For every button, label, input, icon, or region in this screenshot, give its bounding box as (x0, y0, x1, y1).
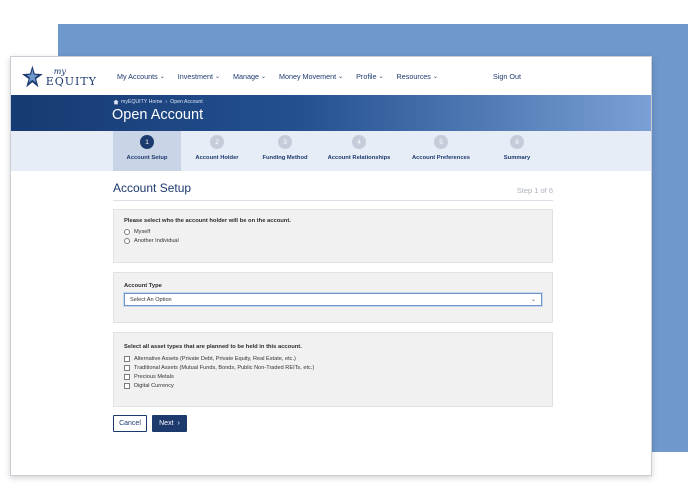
checkbox-label: Digital Currency (134, 383, 174, 389)
step-number: 6 (510, 135, 524, 149)
nav-item-profile[interactable]: Profile ⌄ (356, 72, 383, 81)
breadcrumb: myEQUITY Home › Open Account (113, 99, 203, 105)
nav-item-money-movement[interactable]: Money Movement ⌄ (279, 72, 343, 81)
breadcrumb-current: Open Account (170, 99, 203, 105)
nav-item-label: Profile (356, 71, 377, 81)
step-number: 2 (210, 135, 224, 149)
nav-menu: My Accounts ⌄ Investment ⌄ Manage ⌄ Mone… (117, 57, 451, 95)
step-label: Account Holder (195, 155, 239, 161)
radio-button[interactable] (124, 229, 130, 235)
checkbox[interactable] (124, 356, 130, 362)
step-indicator: Step 1 of 6 (516, 186, 553, 195)
checkbox-digital-currency[interactable]: Digital Currency (124, 383, 542, 389)
step-number: 4 (352, 135, 366, 149)
sign-out-link[interactable]: Sign Out (493, 57, 521, 95)
checkbox-label: Precious Metals (134, 374, 174, 380)
step-number: 1 (140, 135, 154, 149)
step-account-holder[interactable]: 2 Account Holder (186, 131, 248, 171)
page-title: Open Account (112, 107, 204, 123)
next-button-label: Next (159, 420, 174, 427)
chevron-down-icon: ⌄ (378, 73, 384, 80)
step-account-relationships[interactable]: 4 Account Relationships (323, 131, 395, 171)
cancel-button[interactable]: Cancel (113, 415, 147, 432)
breadcrumb-home-link[interactable]: myEQUITY Home (121, 99, 162, 105)
step-funding-method[interactable]: 3 Funding Method (254, 131, 316, 171)
step-account-preferences[interactable]: 5 Account Preferences (405, 131, 477, 171)
checkbox-label: Traditional Assets (Mutual Funds, Bonds,… (134, 365, 315, 371)
screenshot-stage: my EQUITY My Accounts ⌄ Investment ⌄ Man… (0, 0, 700, 500)
top-navigation: my EQUITY My Accounts ⌄ Investment ⌄ Man… (11, 57, 651, 95)
checkbox[interactable] (124, 383, 130, 389)
step-label: Summary (503, 155, 531, 161)
checkbox[interactable] (124, 365, 130, 371)
account-type-select[interactable]: Select An Option ⌄ (124, 293, 542, 306)
step-number: 3 (278, 135, 292, 149)
account-holder-question: Please select who the account holder wil… (124, 218, 291, 224)
radio-label: Another Individual (134, 238, 179, 244)
step-label: Account Setup (126, 155, 168, 161)
form-actions: Cancel Next › (113, 415, 553, 432)
myequity-logo[interactable]: my EQUITY (21, 62, 97, 92)
radio-another-individual[interactable]: Another Individual (124, 238, 542, 244)
section-title: Account Setup (113, 181, 192, 195)
checkbox-label: Alternative Assets (Private Debt, Privat… (134, 356, 296, 362)
nav-item-label: Manage (232, 71, 259, 81)
nav-item-label: My Accounts (117, 71, 158, 81)
radio-button[interactable] (124, 238, 130, 244)
account-setup-form: Account Setup Step 1 of 6 Please select … (113, 181, 553, 432)
step-label: Account Relationships (327, 155, 391, 161)
account-type-selected: Select An Option (130, 296, 172, 303)
chevron-down-icon: ⌄ (338, 73, 344, 80)
step-number: 5 (434, 135, 448, 149)
page-banner: myEQUITY Home › Open Account Open Accoun… (11, 95, 651, 131)
step-label: Account Preferences (412, 155, 470, 161)
radio-label: Myself (134, 229, 151, 235)
nav-item-label: Investment (177, 71, 213, 81)
nav-item-investment[interactable]: Investment ⌄ (178, 72, 220, 81)
step-summary[interactable]: 6 Summary (491, 131, 543, 171)
chevron-down-icon: ⌄ (214, 73, 220, 80)
browser-window: my EQUITY My Accounts ⌄ Investment ⌄ Man… (10, 56, 652, 476)
chevron-down-icon: ⌄ (260, 73, 266, 80)
nav-item-resources[interactable]: Resources ⌄ (397, 72, 438, 81)
logo-equity-text: EQUITY (45, 74, 97, 88)
nav-item-my-accounts[interactable]: My Accounts ⌄ (117, 72, 165, 81)
nav-item-label: Resources (396, 71, 431, 81)
home-icon (113, 99, 119, 105)
checkbox-traditional-assets[interactable]: Traditional Assets (Mutual Funds, Bonds,… (124, 365, 542, 371)
checkbox-alternative-assets[interactable]: Alternative Assets (Private Debt, Privat… (124, 356, 542, 362)
radio-myself[interactable]: Myself (124, 229, 542, 235)
asset-types-panel: Select all asset types that are planned … (113, 332, 553, 407)
chevron-down-icon: ⌄ (530, 297, 536, 303)
chevron-right-icon: › (177, 420, 180, 427)
chevron-down-icon: ⌄ (432, 73, 438, 80)
logo-wordmark: my EQUITY (45, 67, 97, 88)
account-holder-panel: Please select who the account holder wil… (113, 209, 553, 263)
checkbox[interactable] (124, 374, 130, 380)
breadcrumb-separator: › (165, 99, 168, 105)
progress-steps: 1 Account Setup 2 Account Holder 3 Fundi… (11, 131, 651, 171)
chevron-down-icon: ⌄ (159, 73, 165, 80)
nav-item-manage[interactable]: Manage ⌄ (233, 72, 266, 81)
star-logo-icon (21, 65, 43, 88)
account-type-label: Account Type (124, 283, 162, 289)
step-account-setup[interactable]: 1 Account Setup (113, 131, 181, 171)
checkbox-precious-metals[interactable]: Precious Metals (124, 374, 542, 380)
asset-types-question: Select all asset types that are planned … (124, 344, 302, 350)
section-header: Account Setup Step 1 of 6 (113, 181, 553, 201)
nav-item-label: Money Movement (278, 71, 337, 81)
account-type-panel: Account Type Select An Option ⌄ (113, 272, 553, 323)
step-label: Funding Method (262, 155, 308, 161)
next-button[interactable]: Next › (152, 415, 187, 432)
